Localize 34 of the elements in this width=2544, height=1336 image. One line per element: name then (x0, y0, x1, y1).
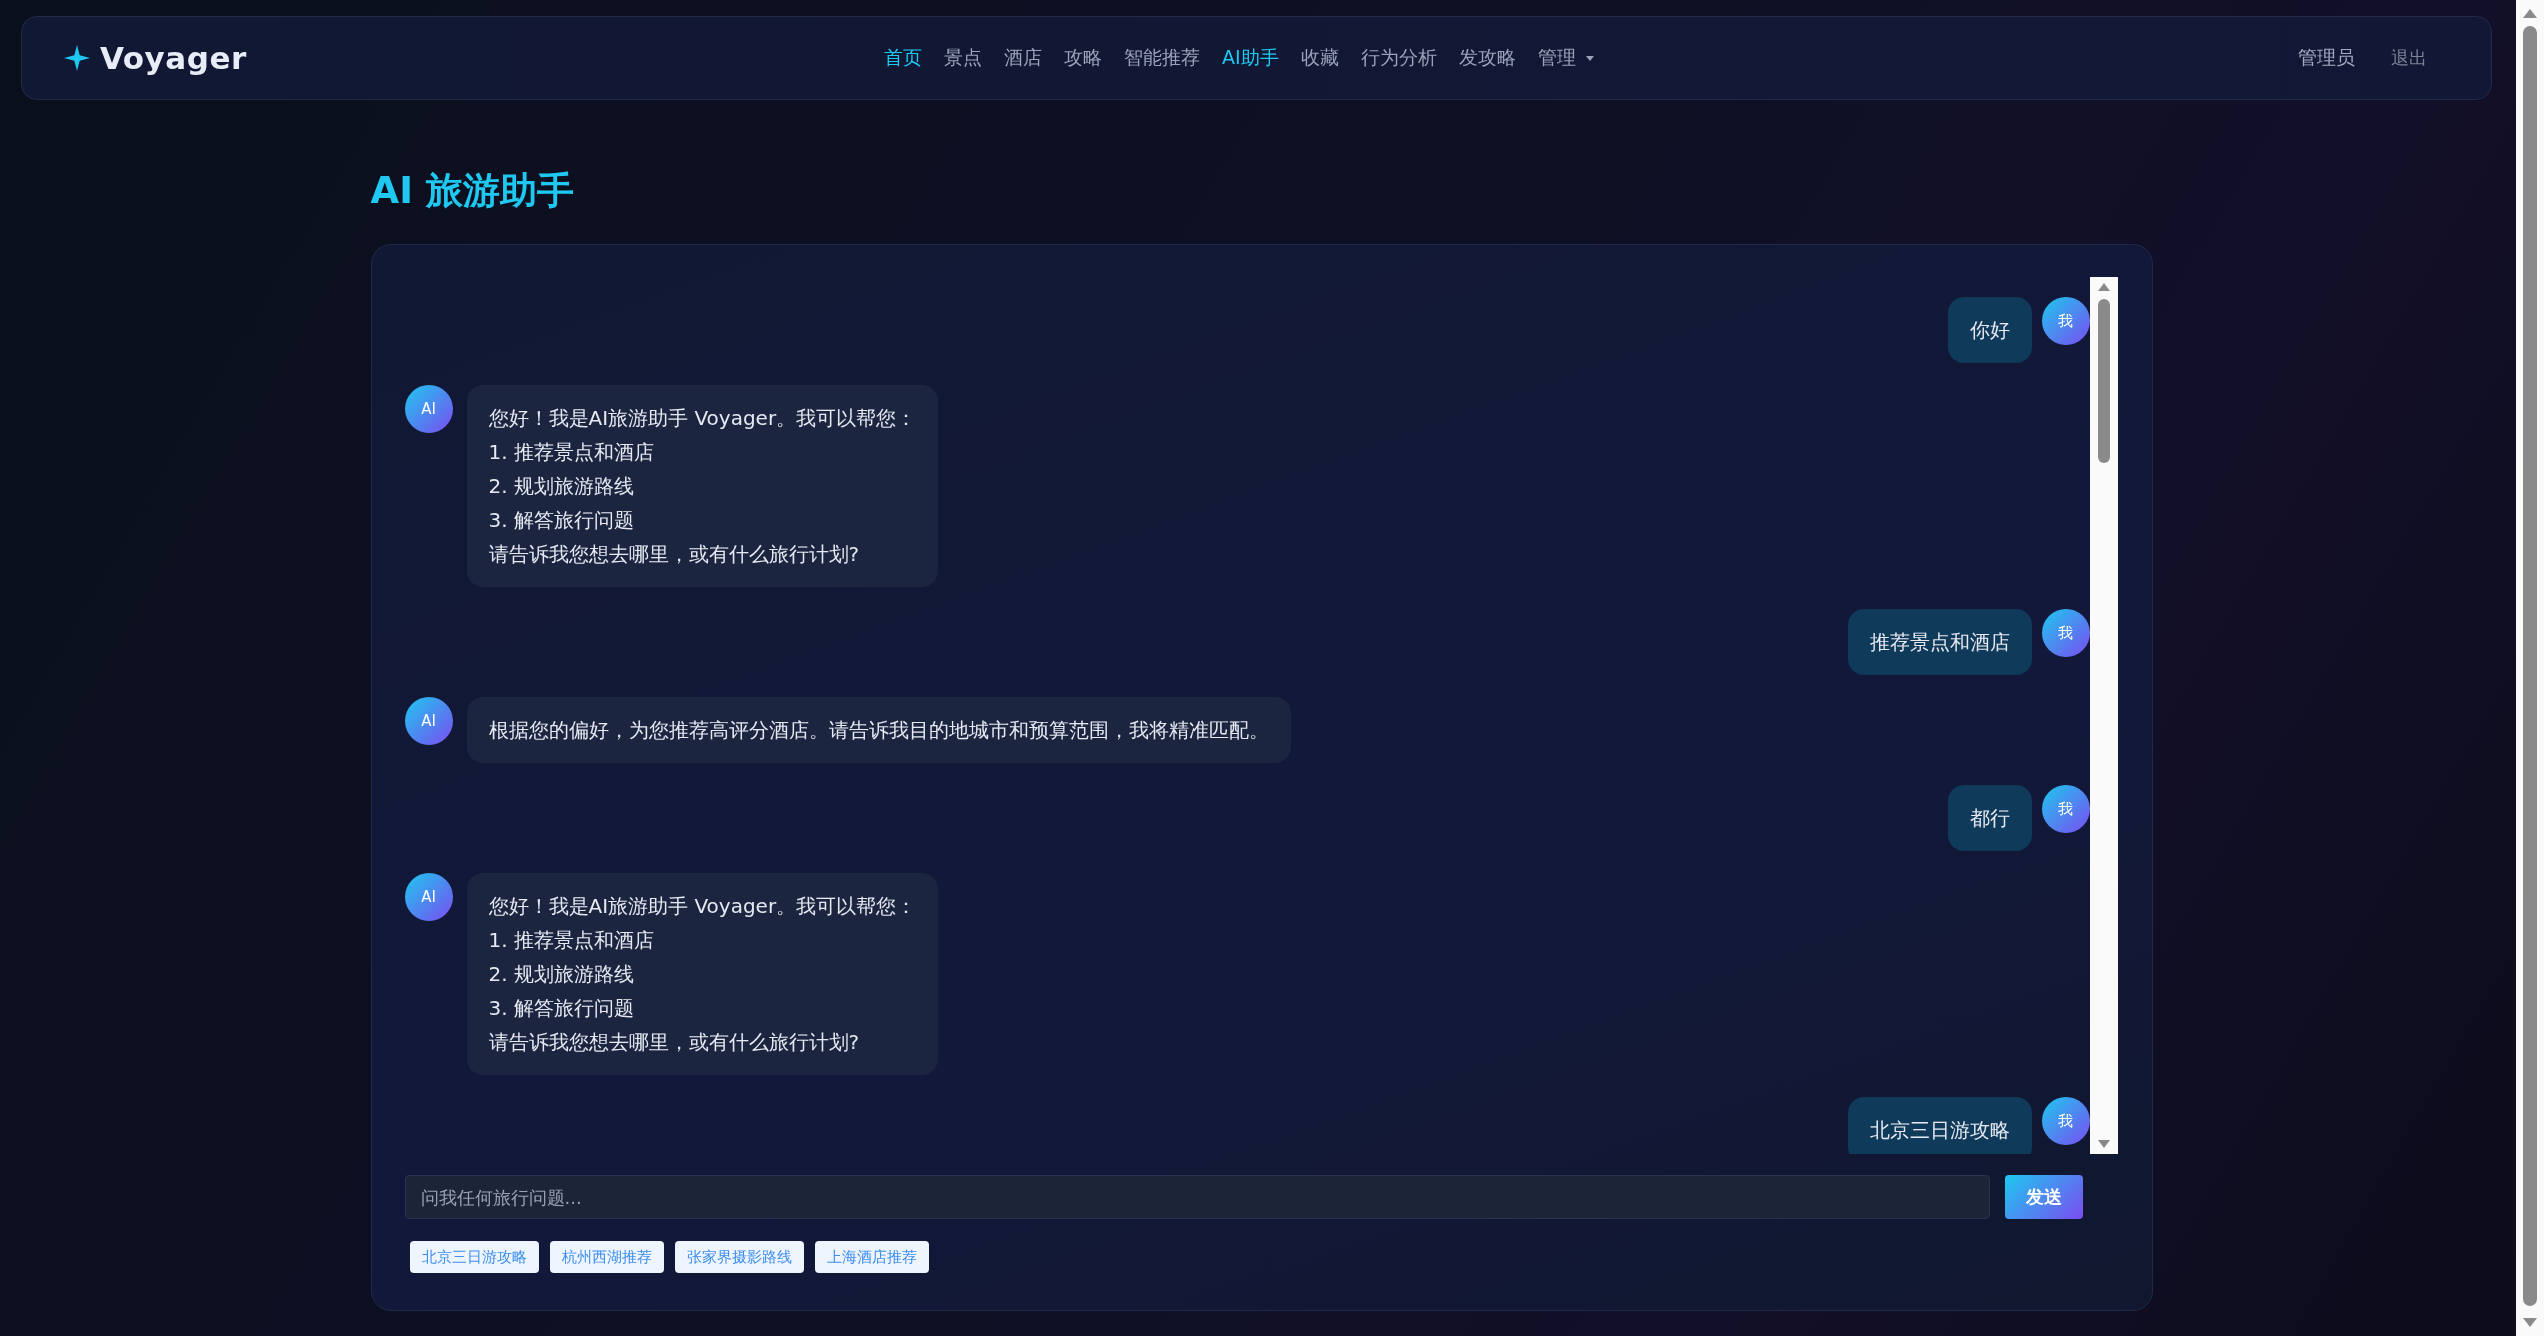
user-message: 推荐景点和酒店 (1847, 609, 2032, 675)
nav-link[interactable]: 攻略 (1064, 45, 1102, 71)
sparkle-icon (64, 45, 90, 71)
ai-avatar: AI (404, 385, 453, 433)
ai-avatar: AI (404, 697, 453, 745)
nav-link[interactable]: 首页 (884, 45, 922, 71)
ai-message: 根据您的偏好，为您推荐高评分酒店。请告诉我目的地城市和预算范围，我将精准匹配。 (466, 697, 1291, 763)
nav-link[interactable]: 收藏 (1300, 45, 1339, 71)
chat-input[interactable]: 问我任何旅行问题... (404, 1175, 1990, 1219)
ai-avatar: AI (404, 873, 453, 921)
nav-link[interactable]: 行为分析 (1360, 45, 1437, 71)
user-avatar: 我 (2041, 297, 2090, 345)
nav-link[interactable]: 景点 (944, 45, 982, 71)
nav-link[interactable]: AI助手 (1222, 45, 1279, 71)
user-message: 都行 (1947, 785, 2032, 851)
page-scrollbar[interactable] (2516, 0, 2544, 1336)
user-avatar: 我 (2041, 1097, 2090, 1145)
nav-link[interactable]: 酒店 (1004, 45, 1042, 71)
user-avatar: 我 (2041, 785, 2090, 833)
user-message: 北京三日游攻略 (1847, 1097, 2032, 1154)
logout-link[interactable]: 退出 (2391, 46, 2451, 70)
page-title: AI 旅游助手 (370, 168, 575, 214)
ai-message: 您好！我是AI旅游助手 Voyager。我可以帮您： 1. 推荐景点和酒店 2. 规划旅游路线 3. 解答旅行问题 请告诉我您想去哪里，或有什么旅行计划? (466, 385, 939, 587)
send-button[interactable]: 发送 (2004, 1175, 2083, 1219)
nav-link[interactable]: 智能推荐 (1124, 45, 1200, 71)
user-avatar: 我 (2041, 609, 2090, 657)
nav-dropdown[interactable]: 管理 (1537, 45, 1594, 71)
ai-message: 您好！我是AI旅游助手 Voyager。我可以帮您： 1. 推荐景点和酒店 2. 规划旅游路线 3. 解答旅行问题 请告诉我您想去哪里，或有什么旅行计划? (466, 873, 939, 1075)
nav-link[interactable]: 发攻略 (1458, 45, 1516, 71)
logo-text[interactable]: Voyager (100, 40, 247, 76)
caret-icon (1585, 55, 1594, 61)
user-name[interactable]: 管理员 (2298, 45, 2355, 71)
user-message: 你好 (1947, 297, 2032, 363)
scrollbar[interactable] (2089, 277, 2118, 1154)
